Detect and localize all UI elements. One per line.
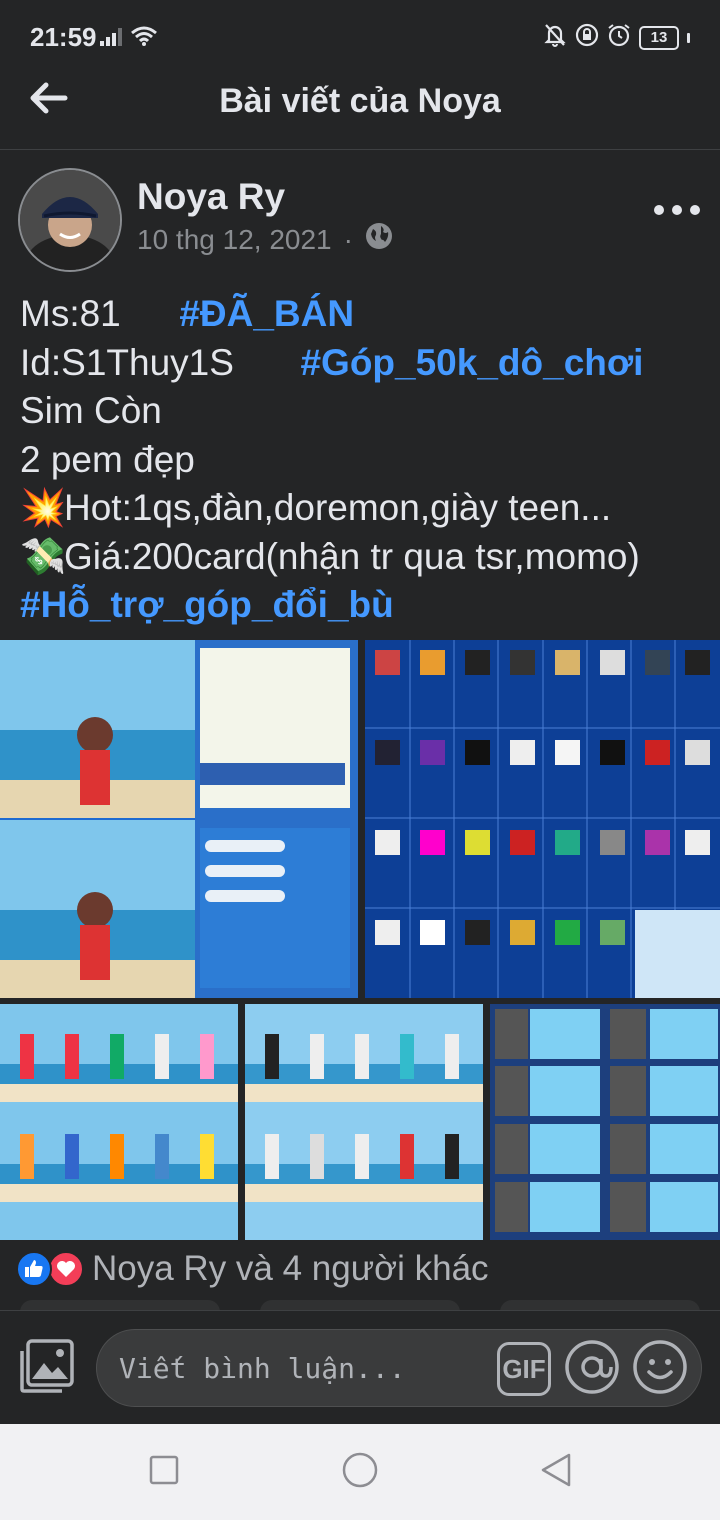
post-text-segment: Hot:1qs,đàn,doremon,giày teen... — [64, 487, 612, 528]
comment-input[interactable] — [119, 1330, 499, 1406]
post-line-7: #Hỗ_trợ_góp_đổi_bù — [20, 581, 710, 630]
at-sign-icon — [564, 1339, 620, 1400]
post-photo-2[interactable] — [365, 640, 720, 998]
post-line-2: Id:S1Thuy1S #Góp_50k_dô_chơi — [20, 339, 710, 388]
post-line-3: Sim Còn — [20, 390, 162, 431]
page-title: Bài viết của Noya — [219, 82, 501, 120]
post-photo-3[interactable] — [0, 1004, 238, 1240]
photo-attach-button[interactable] — [18, 1337, 76, 1400]
post-line-5: 💥Hot:1qs,đàn,doremon,giày teen... — [20, 484, 710, 533]
post-photo-4[interactable] — [245, 1004, 483, 1240]
emoji-button[interactable] — [631, 1339, 689, 1400]
status-left-icons — [100, 26, 158, 51]
post-meta: 10 thg 12, 2021 · — [137, 222, 393, 257]
home-circle-icon — [341, 1451, 379, 1494]
meta-separator: · — [343, 223, 353, 255]
post-photo-1[interactable] — [0, 640, 358, 998]
alarm-icon — [607, 23, 631, 52]
like-reaction-icon — [16, 1251, 52, 1287]
more-options-button[interactable] — [654, 196, 700, 224]
post-photo-5[interactable] — [490, 1004, 720, 1240]
home-button[interactable] — [340, 1452, 380, 1492]
back-nav-button[interactable] — [536, 1452, 576, 1492]
dot — [654, 205, 664, 215]
wifi-icon — [130, 26, 158, 51]
mention-button[interactable] — [563, 1339, 621, 1400]
reactions-summary[interactable]: Noya Ry và 4 người khác — [16, 1246, 489, 1292]
dot — [690, 205, 700, 215]
recents-button[interactable] — [144, 1452, 184, 1492]
money-wings-emoji: 💸 — [20, 535, 67, 577]
avatar[interactable] — [18, 168, 122, 272]
lock-rotation-icon — [575, 23, 599, 52]
reactions-text: Noya Ry và 4 người khác — [92, 1249, 489, 1288]
post-text-segment: Id:S1Thuy1S — [20, 341, 234, 383]
hashtag-link[interactable]: #Góp_50k_dô_chơi — [300, 342, 643, 383]
collision-emoji: 💥 — [20, 487, 67, 528]
post-text-segment: Giá:200card(nhận tr qua tsr,momo) — [64, 535, 640, 577]
back-triangle-icon — [539, 1452, 573, 1493]
dot — [672, 205, 682, 215]
status-time: 21:59 — [30, 22, 97, 52]
gif-button[interactable]: GIF — [497, 1342, 551, 1396]
comment-bar: GIF — [0, 1310, 720, 1424]
post-line-6: 💸Giá:200card(nhận tr qua tsr,momo) — [20, 533, 710, 582]
status-bar: 21:59 13 — [0, 0, 720, 72]
recents-square-icon — [148, 1454, 180, 1491]
post-line-4: 2 pem đẹp — [20, 438, 195, 480]
smiley-icon — [632, 1339, 688, 1400]
post-author[interactable]: Noya Ry — [137, 176, 285, 218]
love-reaction-icon — [48, 1251, 84, 1287]
battery-tip — [687, 32, 690, 43]
post-date[interactable]: 10 thg 12, 2021 — [137, 224, 332, 256]
page-header: Bài viết của Noya — [0, 72, 720, 150]
photo-icon — [18, 1337, 76, 1400]
post-text: Ms:81 #ĐÃ_BÁN Id:S1Thuy1S #Góp_50k_dô_ch… — [20, 290, 710, 630]
hashtag-link[interactable]: #Hỗ_trợ_góp_đổi_bù — [20, 584, 394, 625]
comment-input-wrapper[interactable]: GIF — [96, 1329, 702, 1407]
battery-icon: 13 — [639, 25, 679, 50]
post-text-segment: Ms:81 — [20, 293, 121, 334]
post-line-1: Ms:81 #ĐÃ_BÁN — [20, 290, 710, 339]
system-nav-bar — [0, 1424, 720, 1520]
signal-icon — [100, 28, 122, 51]
hashtag-link[interactable]: #ĐÃ_BÁN — [179, 293, 354, 334]
globe-icon — [365, 222, 393, 257]
status-right-icons: 13 — [543, 22, 690, 53]
mute-bell-icon — [543, 22, 567, 53]
